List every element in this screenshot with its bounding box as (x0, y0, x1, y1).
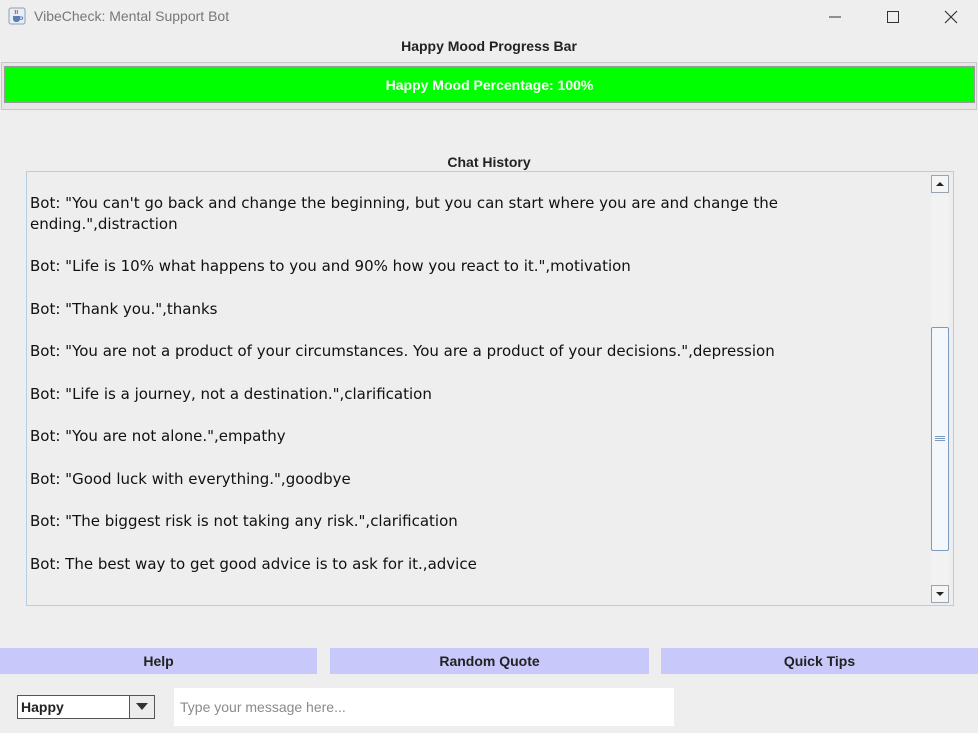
quick-tips-button[interactable]: Quick Tips (661, 648, 978, 674)
chat-history-panel[interactable]: Bot: "I appreciate your help.",gratitude… (26, 171, 954, 606)
grip-icon (935, 436, 945, 442)
chat-history-text: Bot: "I appreciate your help.",gratitude… (30, 172, 910, 596)
chat-message: Bot: "Good luck with everything.",goodby… (30, 469, 351, 488)
progress-label: Happy Mood Percentage: 100% (385, 77, 594, 93)
chat-message: Bot: "The biggest risk is not taking any… (30, 512, 458, 530)
chat-message: Bot: "You can't go back and change the b… (30, 193, 783, 233)
minimize-icon (829, 16, 841, 18)
title-bar: VibeCheck: Mental Support Bot (0, 0, 978, 34)
maximize-button[interactable] (864, 0, 922, 34)
chat-message: Bot: "You are not alone.",empathy (30, 427, 286, 445)
dropdown-arrow-button[interactable] (129, 696, 154, 718)
window-title: VibeCheck: Mental Support Bot (34, 8, 230, 24)
progress-panel: Happy Mood Percentage: 100% (1, 62, 977, 110)
java-cup-icon (8, 7, 26, 25)
chat-message: Bot: "Thank you.",thanks (30, 299, 218, 318)
chat-message: Bot: "Life is 10% what happens to you an… (30, 257, 631, 275)
scroll-down-button[interactable] (931, 585, 949, 603)
chat-message: Bot: "You are not a product of your circ… (30, 342, 775, 360)
help-button[interactable]: Help (0, 648, 317, 674)
random-quote-button[interactable]: Random Quote (330, 648, 649, 674)
chevron-up-icon (936, 182, 944, 186)
mood-dropdown[interactable]: Happy (17, 695, 155, 719)
scroll-up-button[interactable] (931, 175, 949, 193)
chat-message: Bot: "Life is a journey, not a destinati… (30, 384, 432, 403)
happy-mood-progress-bar: Happy Mood Percentage: 100% (4, 66, 975, 103)
maximize-icon (887, 11, 899, 23)
close-button[interactable] (922, 0, 978, 34)
progress-heading: Happy Mood Progress Bar (401, 38, 577, 54)
chat-message: Bot: The best way to get good advice is … (30, 554, 477, 573)
chat-history-heading: Chat History (447, 154, 531, 170)
mood-selected-value: Happy (21, 699, 64, 715)
minimize-button[interactable] (806, 0, 864, 34)
chevron-down-icon (136, 703, 148, 710)
close-icon (944, 10, 958, 24)
chat-scrollbar[interactable] (931, 175, 949, 603)
chevron-down-icon (936, 592, 944, 596)
scroll-thumb[interactable] (931, 327, 949, 551)
message-input[interactable] (174, 688, 674, 726)
